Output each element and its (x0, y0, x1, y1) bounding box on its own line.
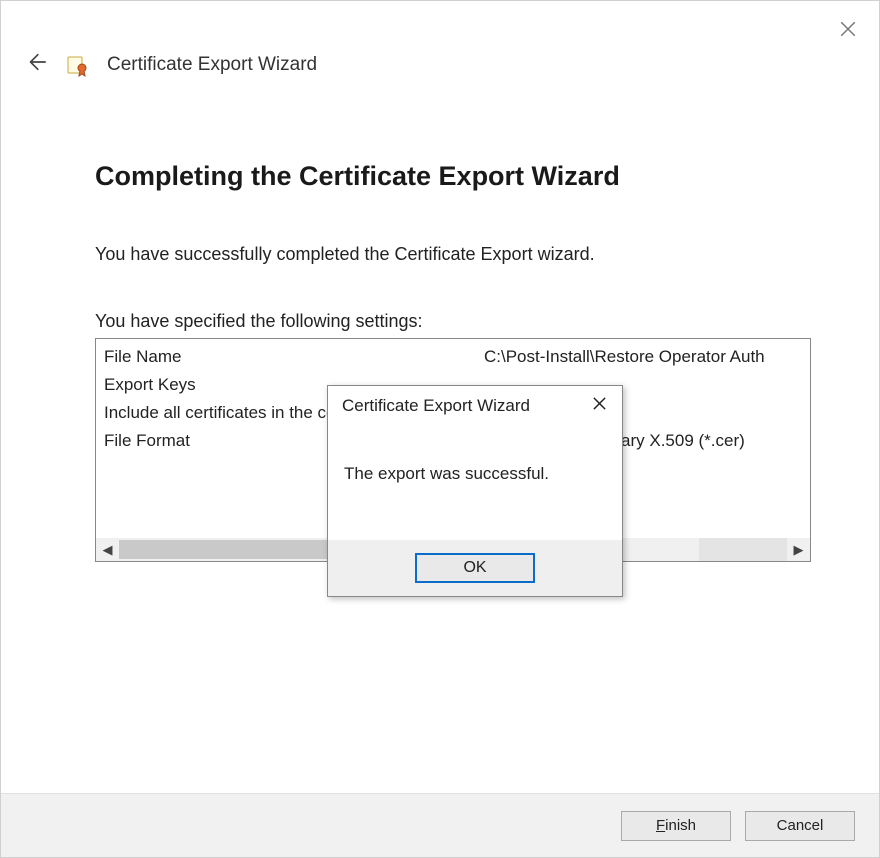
wizard-title: Certificate Export Wizard (107, 54, 317, 76)
dialog-ok-button[interactable]: OK (415, 553, 535, 583)
wizard-window: Certificate Export Wizard Completing the… (0, 0, 880, 858)
cancel-button-label: Cancel (777, 817, 824, 834)
completion-message: You have successfully completed the Cert… (95, 244, 785, 265)
dialog-message: The export was successful. (328, 426, 622, 540)
cancel-button[interactable]: Cancel (745, 811, 855, 841)
back-button[interactable] (25, 54, 47, 76)
scroll-left-button[interactable]: ◀ (96, 538, 119, 561)
settings-intro-label: You have specified the following setting… (95, 311, 785, 332)
arrow-left-icon (25, 51, 47, 79)
certificate-icon (65, 53, 89, 77)
settings-key: File Name (104, 343, 484, 371)
window-close-button[interactable] (839, 21, 857, 39)
scroll-right-button[interactable]: ▶ (787, 538, 810, 561)
settings-row: File Name C:\Post-Install\Restore Operat… (104, 343, 802, 371)
dialog-ok-label: OK (463, 559, 486, 576)
page-heading: Completing the Certificate Export Wizard (95, 161, 785, 192)
close-icon (839, 20, 857, 41)
finish-button[interactable]: Finish (621, 811, 731, 841)
chevron-right-icon: ▶ (794, 542, 804, 558)
export-success-dialog: Certificate Export Wizard The export was… (327, 385, 623, 597)
wizard-header: Certificate Export Wizard (1, 1, 879, 85)
close-icon (592, 396, 607, 416)
finish-button-label: Finish (656, 817, 696, 834)
dialog-title: Certificate Export Wizard (342, 396, 530, 416)
settings-value: C:\Post-Install\Restore Operator Auth (484, 343, 802, 371)
dialog-footer: OK (328, 540, 622, 596)
chevron-left-icon: ◀ (103, 542, 113, 558)
dialog-titlebar: Certificate Export Wizard (328, 386, 622, 426)
dialog-close-button[interactable] (586, 393, 612, 419)
wizard-footer: Finish Cancel (1, 793, 879, 857)
scrollbar-gap (699, 538, 787, 561)
